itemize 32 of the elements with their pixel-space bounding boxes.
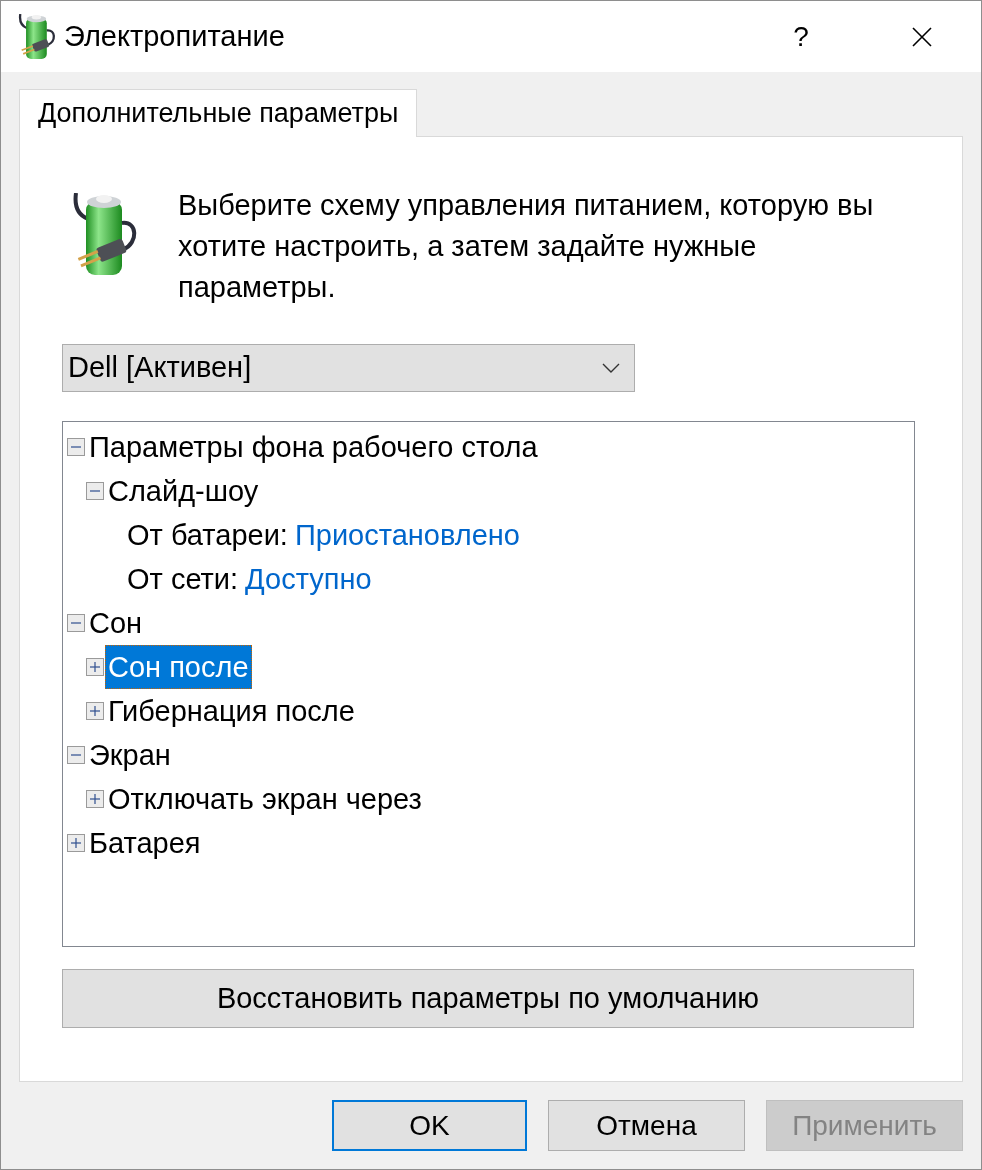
minus-box-icon[interactable] [67,614,85,632]
help-button[interactable]: ? [781,11,821,62]
description-text: Выберите схему управления питанием, которую вы хотите настроить, а затем задайте нужные параметры. [178,188,875,305]
battery-plug-icon [72,193,138,277]
battery-plug-icon [18,13,56,60]
tree-item[interactable]: Слайд-шоу [105,469,262,513]
plus-box-icon[interactable] [86,790,104,808]
setting-value[interactable]: Доступно [241,557,375,601]
tree-item[interactable]: Отключать экран через [105,777,425,821]
minus-box-icon[interactable] [67,438,85,456]
setting-label[interactable]: От сети: [124,557,242,601]
power-plan-dropdown[interactable]: Dell [Активен] [62,344,635,392]
window-title: Электропитание [64,19,285,54]
tree-item[interactable]: Параметры фона рабочего стола [86,425,541,469]
setting-label[interactable]: От батареи: [124,513,291,557]
minus-box-icon[interactable] [86,482,104,500]
close-icon[interactable] [912,26,932,47]
minus-box-icon[interactable] [67,746,85,764]
dialog-button[interactable]: Отмена [548,1100,745,1151]
tree-item[interactable]: Гибернация после [105,689,358,733]
tree-item[interactable]: Сон после [105,645,252,689]
restore-defaults-button[interactable]: Восстановить параметры по умолчанию [62,969,914,1028]
tab[interactable]: Дополнительные параметры [19,89,418,137]
plus-box-icon[interactable] [86,658,104,676]
plus-box-icon[interactable] [67,834,85,852]
dialog-button[interactable]: OK [332,1100,527,1151]
chevron-down-icon [602,363,620,373]
tree-item[interactable]: Батарея [86,821,204,865]
tree-item[interactable]: Сон [86,601,146,645]
plus-box-icon[interactable] [86,702,104,720]
setting-value[interactable]: Приостановлено [290,513,523,557]
tree-item[interactable]: Экран [86,733,174,777]
